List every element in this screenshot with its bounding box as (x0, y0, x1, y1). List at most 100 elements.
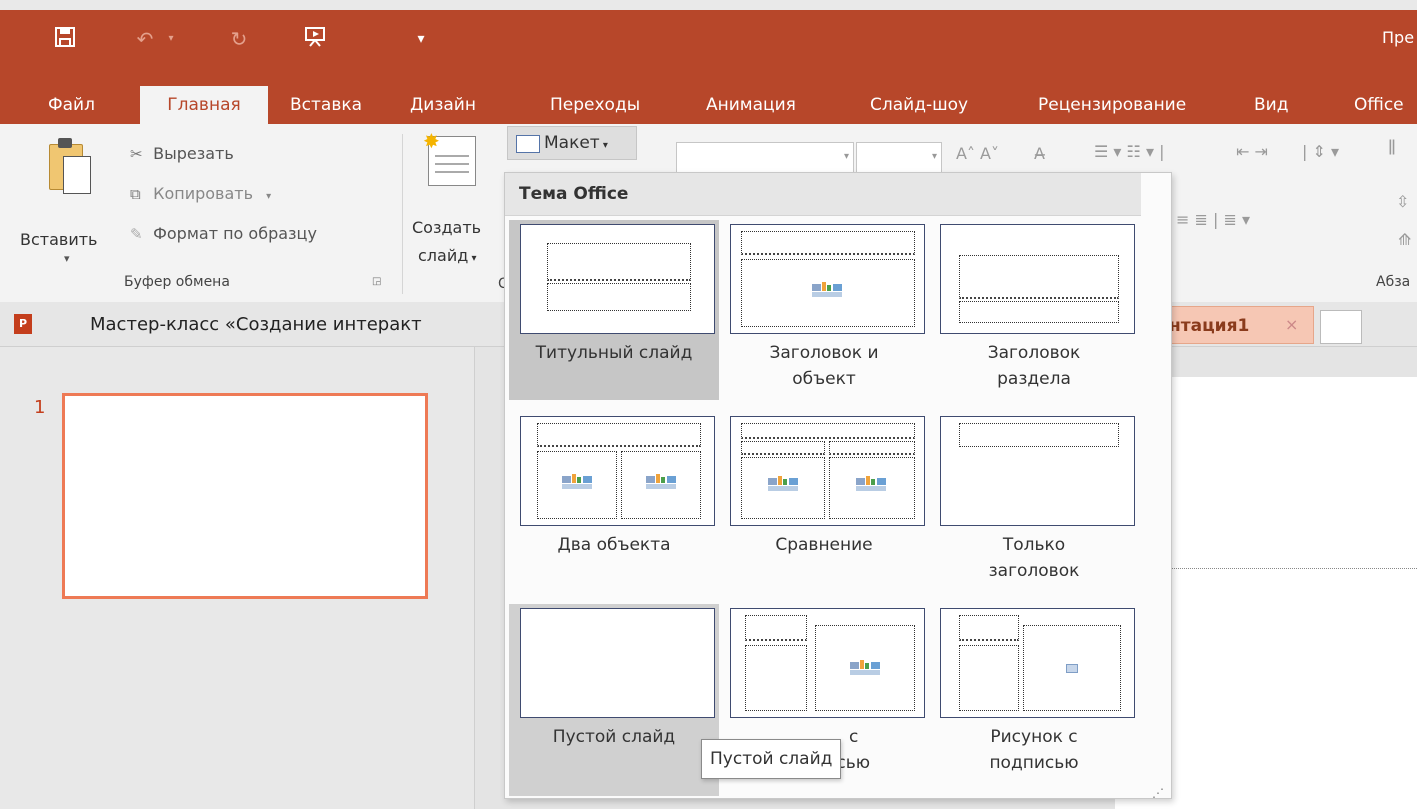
layout-comparison[interactable]: Сравнение (719, 412, 929, 592)
layout-thumbnail (730, 416, 925, 526)
chevron-down-icon[interactable]: ▾ (844, 151, 849, 162)
layout-two-content[interactable]: Два объекта (509, 412, 719, 592)
font-name-combo[interactable]: ▾ (676, 142, 854, 174)
title-placeholder (741, 231, 915, 255)
tab-insert[interactable]: Вставка (276, 86, 376, 124)
content-placeholder-right (621, 451, 701, 519)
undo-icon[interactable]: ↶ (132, 26, 158, 52)
gallery-theme-title: Тема Office (519, 184, 629, 204)
tab-slideshow[interactable]: Слайд-шоу (856, 86, 982, 124)
tab-transitions[interactable]: Переходы (536, 86, 654, 124)
layout-gallery: Тема Office Титульный слайд Заголовок ио… (504, 172, 1172, 799)
layout-title-slide[interactable]: Титульный слайд (509, 220, 719, 400)
content-icons (562, 474, 594, 490)
content-left (741, 457, 825, 519)
tab-design[interactable]: Дизайн (396, 86, 490, 124)
indent-icon[interactable]: ⇤ ⇥ (1236, 142, 1268, 161)
layout-section-header[interactable]: Заголовок раздела (929, 220, 1139, 400)
layout-label: Макет ▾ (544, 133, 608, 153)
title-placeholder (537, 423, 701, 447)
tab-office[interactable]: Office (1340, 86, 1417, 124)
line-spacing-icon[interactable]: | ⇕ ▾ (1302, 142, 1339, 161)
new-slide-text: слайд (418, 246, 469, 265)
layout-title-only[interactable]: Только заголовок (929, 412, 1139, 592)
text-placeholder (959, 301, 1119, 323)
cut-label: Вырезать (153, 144, 234, 163)
layout-title-content[interactable]: Заголовок и объект (719, 220, 929, 400)
layout-icon (516, 135, 540, 153)
bullets-icon[interactable]: ☰ ▾ ☷ ▾ | (1094, 142, 1164, 161)
paste-dropdown-icon[interactable]: ▾ (64, 252, 70, 265)
redo-icon[interactable]: ↻ (226, 26, 252, 52)
layout-label: Пустой слайд (552, 727, 676, 747)
line-decor (435, 171, 469, 173)
align-icon[interactable]: ≡ ≣ | ≣ ▾ (1176, 210, 1250, 229)
cut-button[interactable]: ✂ Вырезать (130, 144, 234, 163)
title-placeholder (959, 615, 1019, 641)
layout-label: Рисунок с подписью (989, 727, 1079, 773)
title-placeholder (745, 615, 807, 641)
paste-button[interactable]: Вставить (20, 230, 97, 249)
new-slide-icon[interactable]: ✸ (423, 129, 476, 186)
subtitle-placeholder (547, 283, 691, 311)
powerpoint-file-icon: P (14, 314, 32, 334)
text-direction-icon[interactable]: ǁ (1388, 136, 1396, 155)
title-placeholder (959, 423, 1119, 447)
new-slide-label-2[interactable]: слайд ▾ (418, 246, 477, 265)
layout-blank[interactable]: Пустой слайд (509, 604, 719, 796)
document-tab-active-label: нтация1 (1169, 316, 1250, 336)
tab-animations[interactable]: Анимация (692, 86, 810, 124)
layout-picture-caption[interactable]: Рисунок с подписью (929, 604, 1139, 784)
tab-home[interactable]: Главная (140, 86, 268, 124)
tab-review[interactable]: Рецензирование (1024, 86, 1200, 124)
content-icons (646, 474, 678, 490)
document-tab-title[interactable]: Мастер-класс «Создание интеракт (90, 314, 422, 335)
title-bar: ↶ ▾ ↻ ▾ Пре (0, 10, 1417, 72)
ribbon-separator (402, 134, 403, 294)
format-painter-button[interactable]: ✎ Формат по образцу (130, 224, 317, 243)
present-icon[interactable] (302, 26, 328, 52)
paste-icon[interactable] (49, 138, 91, 196)
clear-format-icon[interactable]: A̶ (1034, 144, 1045, 163)
undo-dropdown-icon[interactable]: ▾ (158, 26, 184, 52)
text-placeholder (745, 645, 807, 711)
layout-label: Заголовок раздела (987, 343, 1081, 389)
new-star-icon: ✸ (423, 129, 440, 153)
content-placeholder-left (537, 451, 617, 519)
layout-button[interactable]: Макет ▾ (507, 126, 637, 160)
new-document-tab[interactable] (1320, 310, 1362, 344)
content-icons (850, 660, 882, 676)
gallery-header: Тема Office (505, 173, 1141, 216)
align-text-icon[interactable]: ⇳ (1396, 192, 1409, 211)
slide-thumbnail[interactable] (62, 393, 428, 599)
copy-dropdown-icon[interactable]: ▾ (266, 191, 271, 202)
content-right (829, 457, 915, 519)
chevron-down-icon[interactable]: ▾ (932, 151, 937, 162)
clipboard-launcher-icon[interactable]: ◲ (372, 276, 381, 287)
tab-view[interactable]: Вид (1240, 86, 1302, 124)
new-slide-label-1[interactable]: Создать (412, 218, 481, 237)
title-placeholder (741, 423, 915, 439)
new-slide-dropdown-icon[interactable]: ▾ (468, 253, 476, 264)
resize-grip-icon[interactable]: ⋰ (1152, 786, 1164, 800)
slide-thumbnails-pane: 1 (0, 347, 475, 809)
document-tab-active[interactable]: нтация1 × (1148, 306, 1314, 344)
close-icon[interactable]: × (1285, 315, 1298, 334)
grow-font-icon[interactable]: A˄ A˅ (956, 144, 999, 163)
font-size-combo[interactable]: ▾ (856, 142, 942, 174)
tab-file[interactable]: Файл (34, 86, 109, 124)
layout-thumbnail (520, 608, 715, 718)
slide-number: 1 (34, 397, 46, 418)
tooltip: Пустой слайд (701, 739, 842, 779)
picture-icon (1066, 664, 1078, 674)
layout-thumbnail (940, 416, 1135, 526)
save-icon[interactable] (52, 26, 78, 52)
picture-placeholder (1023, 625, 1121, 711)
copy-button[interactable]: ⧉ Копировать ▾ (130, 184, 271, 203)
layout-label: Только заголовок (988, 535, 1080, 581)
customize-qat-icon[interactable]: ▾ (408, 26, 434, 52)
line-decor (435, 155, 469, 157)
smartart-icon[interactable]: ⟰ (1398, 230, 1411, 249)
title-placeholder (547, 243, 691, 281)
layout-label: Заголовок и объект (769, 343, 879, 389)
